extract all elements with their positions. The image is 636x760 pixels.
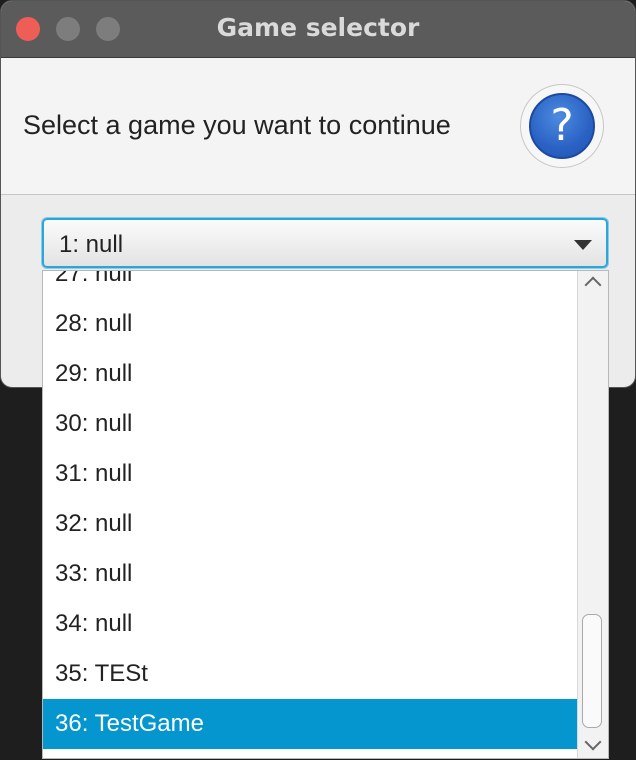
list-item[interactable]: 35: TESt: [43, 649, 578, 699]
list-item-highlighted[interactable]: 36: TestGame: [43, 699, 578, 749]
scroll-up-icon[interactable]: [584, 276, 602, 294]
list-item[interactable]: 28: null: [43, 299, 578, 349]
window-title: Game selector: [216, 13, 420, 42]
scroll-down-icon[interactable]: [584, 733, 602, 751]
list-item[interactable]: 32: null: [43, 499, 578, 549]
list-item[interactable]: 31: null: [43, 449, 578, 499]
question-icon: ?: [520, 84, 604, 168]
dropdown-scrollbar[interactable]: [577, 271, 608, 758]
list-item[interactable]: 33: null: [43, 549, 578, 599]
dropdown-items: 27: null 28: null 29: null 30: null 31: …: [43, 271, 578, 749]
scrollbar-thumb[interactable]: [582, 614, 602, 728]
list-item[interactable]: 34: null: [43, 599, 578, 649]
chevron-down-icon[interactable]: [574, 240, 592, 250]
header-text: Select a game you want to continue: [23, 110, 451, 140]
combobox-selected-value: 1: null: [59, 231, 124, 258]
game-dropdown-list: 27: null 28: null 29: null 30: null 31: …: [42, 270, 609, 759]
list-item[interactable]: 29: null: [43, 349, 578, 399]
title-bar[interactable]: Game selector: [1, 1, 635, 58]
question-glyph: ?: [529, 93, 595, 159]
list-item[interactable]: 30: null: [43, 399, 578, 449]
dialog-header: Select a game you want to continue ?: [1, 58, 635, 195]
list-item[interactable]: 27: null: [43, 271, 578, 299]
game-combobox[interactable]: 1: null: [42, 218, 608, 268]
